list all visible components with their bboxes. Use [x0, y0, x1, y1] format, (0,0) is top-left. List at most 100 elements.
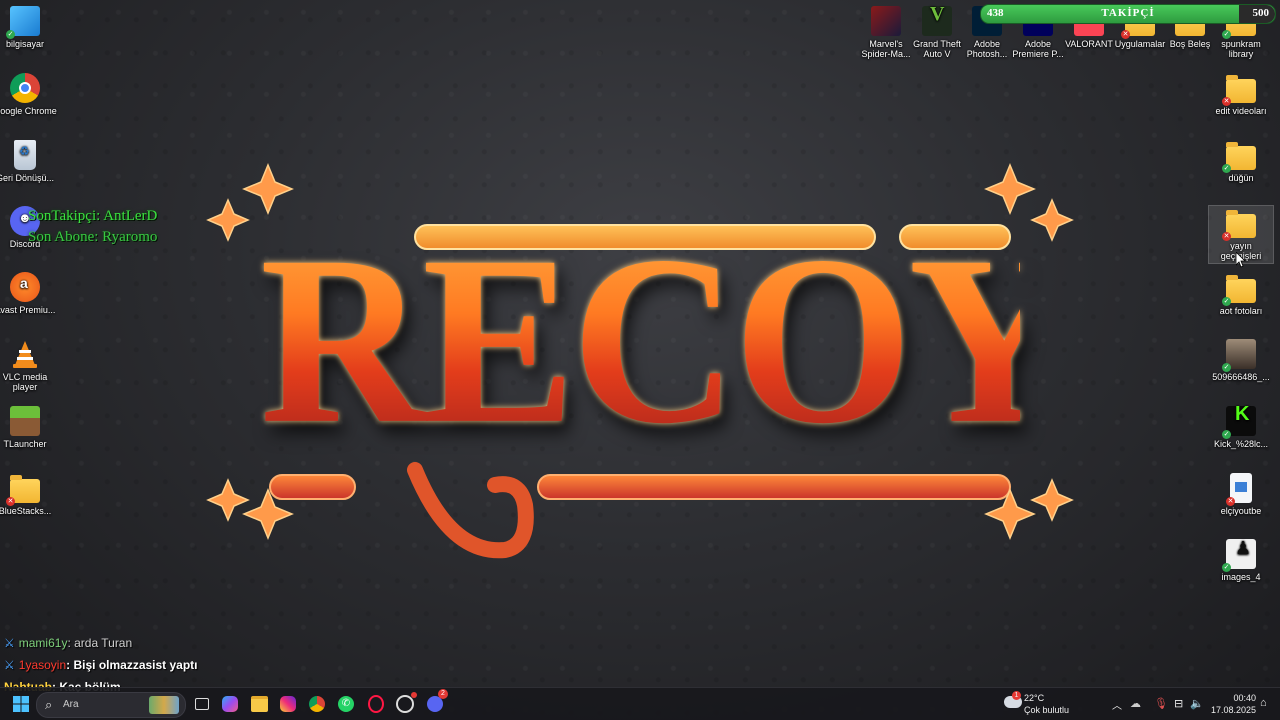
recycle-bin-icon: ♻ [14, 140, 36, 170]
weather-alert-badge: 1 [1012, 691, 1021, 700]
icon-label: Google Chrome [0, 106, 57, 116]
obs-icon [396, 692, 417, 713]
chat-message: ⚔ 1yasoyin: Bişi olmazzasist yaptı [4, 654, 198, 676]
icon-label: BlueStacks... [0, 506, 52, 516]
network-icon[interactable]: ⊟ [1174, 697, 1183, 710]
follower-goal-target: 500 [1252, 7, 1270, 19]
taskbar-obs[interactable] [395, 692, 417, 716]
task-view-button[interactable] [192, 692, 212, 716]
clock-time: 00:40 [1233, 693, 1256, 703]
desktop-icon-edit-videolari[interactable]: ✕ edit videoları [1209, 73, 1273, 116]
desktop-icon-elciyoutbe[interactable]: ✕ elçiyoutbe [1209, 473, 1273, 516]
chrome-icon [10, 73, 40, 103]
whatsapp-icon: ✆ [338, 696, 354, 712]
icon-label: images_4 [1221, 572, 1261, 582]
folder-icon: ✕ [1222, 75, 1256, 106]
sync-ok-icon: ✓ [1222, 430, 1231, 439]
volume-icon[interactable]: 🔈 [1190, 697, 1204, 710]
sync-ok-icon: ✓ [1222, 297, 1231, 306]
follower-goal-bar: 438 TAKİPÇİ 500 [980, 4, 1276, 24]
icon-label: aot fotoları [1219, 306, 1263, 316]
search-icon: ⌕ [45, 697, 53, 712]
icon-label: Geri Dönüşü... [0, 173, 55, 183]
weather-widget[interactable]: 1 22°C Çok bulutlu [1002, 688, 1082, 720]
icon-label: VLC media player [2, 372, 48, 392]
gta-v-icon: V [922, 4, 952, 36]
desktop-icon-bluestacks[interactable]: ✕ BlueStacks... [0, 473, 57, 516]
chat-username: 1yasoyin [18, 658, 67, 672]
icon-label: Kick_%28lc... [1213, 439, 1269, 449]
sync-error-icon: ✕ [1222, 232, 1231, 241]
show-hidden-icons-chevron-up-icon[interactable]: ︿ [1112, 697, 1122, 712]
icon-label: edit videoları [1215, 106, 1267, 116]
vlc-cone-icon [10, 339, 40, 369]
spiderman-icon [871, 6, 901, 36]
clock[interactable]: 00:40 17.08.2025 [1206, 688, 1256, 720]
logo-text: RECOYiN [260, 205, 1280, 474]
chrome-icon [309, 696, 325, 712]
last-follower-subscriber-panel: SonTakipçi: AntLerD Son Abone: Ryaromo [28, 206, 157, 248]
icon-label: Avast Premiu... [0, 305, 56, 315]
notification-bell-icon: ⌂ [1260, 697, 1267, 709]
taskbar-chrome[interactable] [307, 692, 327, 716]
mouse-cursor-icon [1236, 252, 1246, 268]
folder-icon: ✓ [1222, 142, 1256, 173]
document-icon: ✕ [1226, 473, 1252, 506]
search-highlight-icon [149, 696, 179, 714]
desktop-icon-vlc[interactable]: VLC media player [0, 339, 57, 392]
sword-badge-icon: ⚔ [4, 658, 15, 672]
sword-badge-icon: ⚔ [4, 636, 15, 650]
wallpaper-logo: RECOYiN [200, 160, 1280, 560]
search-placeholder: Ara [63, 699, 79, 710]
copilot-icon [222, 696, 238, 712]
icon-label: 509666486_... [1212, 372, 1270, 382]
chat-text: : Bişi olmazzasist yaptı [66, 658, 198, 672]
desktop-icon-dugun[interactable]: ✓ düğün [1209, 140, 1273, 183]
chat-username: mami61y [18, 636, 68, 650]
taskbar-opera-gx[interactable] [366, 692, 386, 716]
taskbar-file-explorer[interactable] [249, 692, 269, 716]
clock-date: 17.08.2025 [1210, 705, 1256, 715]
last-follower-text: SonTakipçi: AntLerD [28, 208, 158, 224]
folder-icon: ✕ [6, 475, 40, 506]
chat-message: ⚔ mami61y: arda Turan [4, 632, 198, 654]
computer-icon: ✓ [6, 6, 40, 39]
kick-logo-icon: K ✓ [1222, 404, 1256, 439]
taskbar-copilot[interactable] [220, 692, 240, 716]
chat-text: : arda Turan [67, 636, 133, 650]
opera-gx-icon [368, 695, 384, 713]
desktop-icon-chrome[interactable]: Google Chrome [0, 73, 57, 116]
icon-label: TLauncher [3, 439, 47, 449]
sync-ok-icon: ✓ [6, 30, 15, 39]
taskbar-search[interactable]: ⌕ Ara [36, 692, 186, 718]
instagram-icon [280, 696, 296, 712]
desktop-icon-bilgisayar[interactable]: ✓ bilgisayar [0, 6, 57, 49]
tray-icons: ︿ ☁ 🎙 ⊟ 🔈 [1110, 688, 1204, 720]
desktop-icon-images-4[interactable]: ♟ ✓ images_4 [1209, 539, 1273, 582]
sync-error-icon: ✕ [1222, 97, 1231, 106]
photo-thumbnail-icon: ✓ [1222, 339, 1256, 372]
sync-ok-icon: ✓ [1222, 363, 1231, 372]
task-view-icon [195, 698, 209, 710]
taskbar-whatsapp[interactable]: ✆ [336, 692, 356, 716]
desktop-icon-tlauncher[interactable]: TLauncher [0, 406, 57, 449]
sync-error-icon: ✕ [1121, 30, 1130, 39]
taskbar: ⌕ Ara ✆ 2 1 22°C Çok bulutlu ︿ ☁ 🎙 ⊟ 🔈 0… [0, 687, 1280, 720]
desktop-icon-photo-509666486[interactable]: ✓ 509666486_... [1209, 339, 1273, 382]
sync-error-icon: ✕ [6, 497, 15, 506]
icon-label: spunkram library [1221, 39, 1261, 59]
file-explorer-icon [250, 696, 268, 712]
desktop-icon-aot-fotolari[interactable]: ✓ aot fotoları [1209, 273, 1273, 316]
start-button[interactable] [10, 692, 32, 716]
desktop-icon-recycle-bin[interactable]: ♻ Geri Dönüşü... [0, 140, 57, 183]
weather-description: Çok bulutlu [1024, 705, 1070, 715]
cloud-sync-icon[interactable]: ☁ [1130, 697, 1141, 710]
desktop-icon-avast[interactable]: a Avast Premiu... [0, 272, 57, 315]
taskbar-instagram[interactable] [278, 692, 298, 716]
notification-center-button[interactable]: ⌂ [1258, 688, 1274, 720]
windows-logo-icon [13, 696, 29, 712]
taskbar-discord[interactable]: 2 [425, 689, 448, 716]
microphone-icon[interactable]: 🎙 [1154, 697, 1168, 710]
desktop-icon-kick[interactable]: K ✓ Kick_%28lc... [1209, 404, 1273, 449]
last-subscriber-text: Son Abone: Ryaromo [28, 229, 158, 245]
